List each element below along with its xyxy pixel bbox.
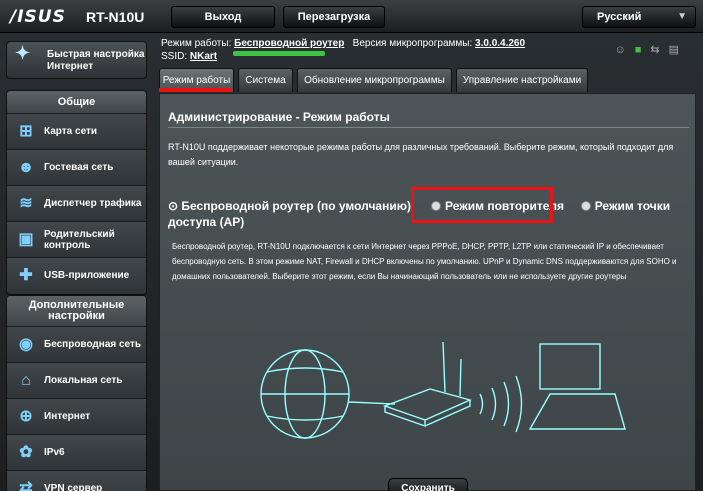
- usb-status-icon: ⇆: [650, 44, 669, 56]
- quick-setup-button[interactable]: ✦ Быстрая настройка Интернет: [6, 41, 147, 79]
- sidebar-item-lan[interactable]: ⌂ Локальная сеть: [7, 362, 146, 398]
- status-info: Режим работы: Беспроводной роутер Версия…: [161, 37, 525, 63]
- tab-firmware-upgrade[interactable]: Обновление микропрограммы: [297, 68, 452, 92]
- operation-mode-line: Режим работы: Беспроводной роутер Версия…: [161, 37, 525, 50]
- general-menu: Общие ⊞ Карта сети ☻ Гостевая сеть ≋ Диспет…: [6, 90, 147, 295]
- wand-icon: ✦: [15, 43, 31, 63]
- sidebar-item-label: Родительский контроль: [44, 228, 115, 251]
- save-button[interactable]: Сохранить: [388, 478, 468, 491]
- firmware-link[interactable]: 3.0.0.4.260: [475, 38, 525, 49]
- ssid-link[interactable]: NKart: [190, 51, 217, 62]
- vpn-icon: ⇄: [19, 480, 33, 491]
- ssid-line: SSID: NKart: [161, 50, 525, 63]
- advanced-menu-title: Дополнительные настройки: [7, 296, 146, 326]
- ssid-label: SSID:: [161, 51, 188, 62]
- wifi-waves-icon: [479, 375, 523, 433]
- mode-label: Режим работы:: [161, 38, 232, 49]
- model-name: RT-N10U: [86, 9, 145, 25]
- router-illustration-icon: [382, 341, 473, 427]
- quick-setup-label: Быстрая настройка Интернет: [47, 49, 145, 72]
- language-select[interactable]: Русский ▼: [582, 6, 696, 28]
- globe-illustration-icon: [260, 349, 350, 439]
- connection-icon: ■: [634, 44, 651, 56]
- cable-line: [348, 401, 396, 405]
- chevron-down-icon: ▼: [677, 11, 687, 22]
- network-illustration: [260, 341, 626, 439]
- globe-icon: ⊕: [19, 408, 33, 425]
- sidebar-item-internet[interactable]: ⊕ Интернет: [7, 398, 146, 434]
- sidebar-item-label: Беспроводная сеть: [44, 339, 142, 350]
- sidebar-item-label: Карта сети: [44, 126, 98, 137]
- sidebar-item-label: Локальная сеть: [44, 375, 123, 386]
- sidebar-item-vpn[interactable]: ⇄ VPN сервер: [7, 470, 146, 491]
- sidebar-item-usb-app[interactable]: ✚ USB-приложение: [7, 257, 146, 293]
- mode-label-router: Беспроводной роутер (по умолчанию): [181, 199, 411, 213]
- ipv6-icon: ✿: [19, 444, 33, 461]
- router-radio-icon: ⊙: [168, 199, 179, 213]
- operation-mode-panel: Администрирование - Режим работы RT-N10U…: [159, 93, 696, 491]
- parental-control-icon: ▣: [18, 231, 34, 248]
- ap-radio-icon: [580, 201, 591, 211]
- sidebar-item-network-map[interactable]: ⊞ Карта сети: [7, 113, 146, 149]
- sidebar-item-guest-network[interactable]: ☻ Гостевая сеть: [7, 149, 146, 185]
- firmware-label: Версия микропрограммы:: [352, 38, 473, 49]
- status-icons: ☺■⇆▤: [614, 43, 688, 56]
- printer-icon: ▤: [668, 44, 688, 56]
- sidebar-item-label: USB-приложение: [44, 270, 130, 281]
- top-bar: /ISUS RT-N10U Выход Перезагрузка Русский…: [0, 0, 703, 33]
- sidebar-item-ipv6[interactable]: ✿ IPv6: [7, 434, 146, 470]
- traffic-manager-icon: ≋: [19, 195, 33, 212]
- active-tab-underline: [159, 88, 232, 92]
- title-divider: [168, 127, 689, 128]
- general-menu-title: Общие: [7, 91, 146, 113]
- sidebar-item-wireless[interactable]: ◉ Беспроводная сеть: [7, 326, 146, 362]
- sidebar-item-parental-control[interactable]: ▣ Родительский контроль: [7, 221, 146, 257]
- mode-indicator-bar: [233, 51, 325, 56]
- wireless-icon: ◉: [19, 336, 33, 353]
- tab-system[interactable]: Система: [238, 68, 293, 92]
- main-content: Режим работы: Беспроводной роутер Версия…: [153, 33, 698, 491]
- network-map-icon: ⊞: [19, 123, 33, 140]
- sidebar-item-label: IPv6: [44, 447, 65, 458]
- sidebar-item-label: Интернет: [44, 411, 91, 422]
- logout-button[interactable]: Выход: [171, 6, 275, 28]
- sidebar: ✦ Быстрая настройка Интернет Общие ⊞ Карт…: [0, 33, 153, 491]
- users-icon: ☺: [614, 44, 635, 56]
- page-title: Администрирование - Режим работы: [168, 110, 390, 124]
- tab-settings-management[interactable]: Управление настройками: [456, 68, 588, 92]
- sidebar-item-traffic-manager[interactable]: ≋ Диспетчер трафика: [7, 185, 146, 221]
- sidebar-item-label: VPN сервер: [44, 483, 103, 491]
- asus-logo: /ISUS: [10, 7, 66, 27]
- language-label: Русский: [597, 11, 642, 23]
- router-admin-page: /ISUS RT-N10U Выход Перезагрузка Русский…: [0, 0, 703, 491]
- mode-option-router[interactable]: ⊙ Беспроводной роутер (по умолчанию): [168, 199, 411, 213]
- guest-network-icon: ☻: [17, 159, 35, 176]
- panel-description: RT-N10U поддерживает некоторые режима ра…: [168, 142, 674, 167]
- mode-link[interactable]: Беспроводной роутер: [234, 38, 344, 49]
- reboot-button[interactable]: Перезагрузка: [283, 6, 385, 28]
- usb-app-icon: ✚: [19, 267, 33, 284]
- laptop-illustration-icon: [528, 343, 626, 430]
- lan-icon: ⌂: [21, 372, 31, 389]
- mode-description: Беспроводной роутер, RT-N10U подключаетс…: [172, 242, 677, 281]
- highlight-box: [411, 187, 553, 223]
- sidebar-item-label: Диспетчер трафика: [44, 198, 142, 209]
- advanced-menu: Дополнительные настройки ◉ Беспроводная с…: [6, 295, 147, 491]
- sidebar-item-label: Гостевая сеть: [44, 162, 114, 173]
